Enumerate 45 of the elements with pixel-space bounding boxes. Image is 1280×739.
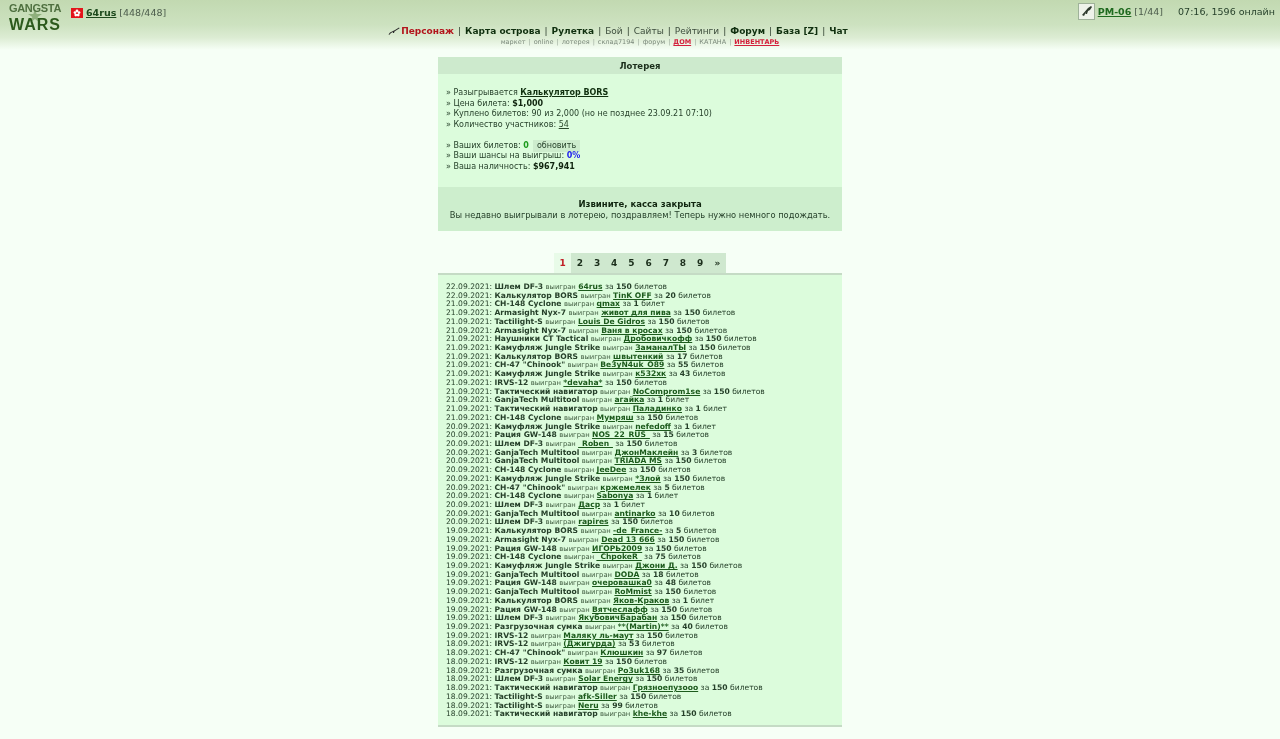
panel-title: Лотерея — [438, 57, 842, 74]
nav-separator: | — [769, 26, 773, 36]
nav-separator: | — [626, 26, 630, 36]
info-line: » Ваша наличность: $967,941 — [446, 161, 575, 172]
weapon-link[interactable]: PM-06 — [1097, 6, 1132, 17]
flag-icon — [71, 7, 83, 18]
notice-message: Вы недавно выигрывали в лотерею, поздравляем! Теперь нужно немного подождать. — [449, 210, 831, 221]
nav-link[interactable]: База [Z] — [776, 26, 819, 36]
nav-link[interactable]: Рулетка — [551, 26, 595, 36]
nav-link[interactable]: Сайты — [633, 26, 664, 36]
nav-separator: | — [667, 26, 671, 36]
page-tab[interactable]: 8 — [674, 253, 692, 273]
info-line: » Ваших билетов: 0 — [446, 140, 529, 151]
notice-title: Извините, касса закрыта — [578, 199, 702, 210]
pistol-icon[interactable] — [1077, 3, 1095, 20]
ammo-text: [1/44] — [1134, 6, 1164, 17]
nav-link[interactable]: Персонаж — [401, 26, 455, 36]
nav-separator: | — [544, 26, 548, 36]
prize-link[interactable]: Калькулятор BORS — [520, 88, 609, 97]
health-text: [448/448] — [119, 7, 167, 18]
nav-link[interactable]: Форум — [730, 26, 765, 36]
nav-link[interactable]: Карта острова — [465, 26, 541, 36]
info-line: » Цена билета: $1,000 — [446, 98, 544, 109]
page-tab[interactable]: 7 — [657, 253, 675, 273]
page-tab[interactable]: 2 — [571, 253, 589, 273]
nav-separator: | — [598, 26, 602, 36]
participants-link[interactable]: 54 — [558, 119, 569, 129]
nav-link[interactable]: Рейтинги — [674, 26, 720, 36]
nav-separator: | — [822, 26, 826, 36]
nav-link[interactable]: Чат — [829, 26, 848, 36]
info-line: » Ваши шансы на выигрыш: 0% — [446, 151, 581, 162]
info-line: » Количество участников: 54 — [446, 119, 569, 130]
time-online-text: 07:16, 1596 онлайн — [1178, 6, 1275, 17]
rifle-icon — [388, 27, 401, 35]
info-line: » Разыгрывается Калькулятор BORS — [446, 88, 609, 99]
info-line: » Куплено билетов: 90 из 2,000 (но не позднее 23.09.21 07:10) — [446, 109, 712, 120]
nav-link[interactable]: Бой — [605, 26, 623, 36]
page-tab[interactable]: 3 — [588, 253, 606, 273]
page-tab[interactable]: 6 — [640, 253, 658, 273]
page-tab[interactable]: 1 — [554, 253, 572, 273]
username-link[interactable]: 64rus — [86, 7, 117, 18]
game-logo[interactable]: GANGSTA WARS — [8, 3, 62, 33]
nav-separator: | — [458, 26, 462, 36]
refresh-button[interactable]: обновить — [532, 139, 581, 152]
nav-separator: | — [723, 26, 727, 36]
